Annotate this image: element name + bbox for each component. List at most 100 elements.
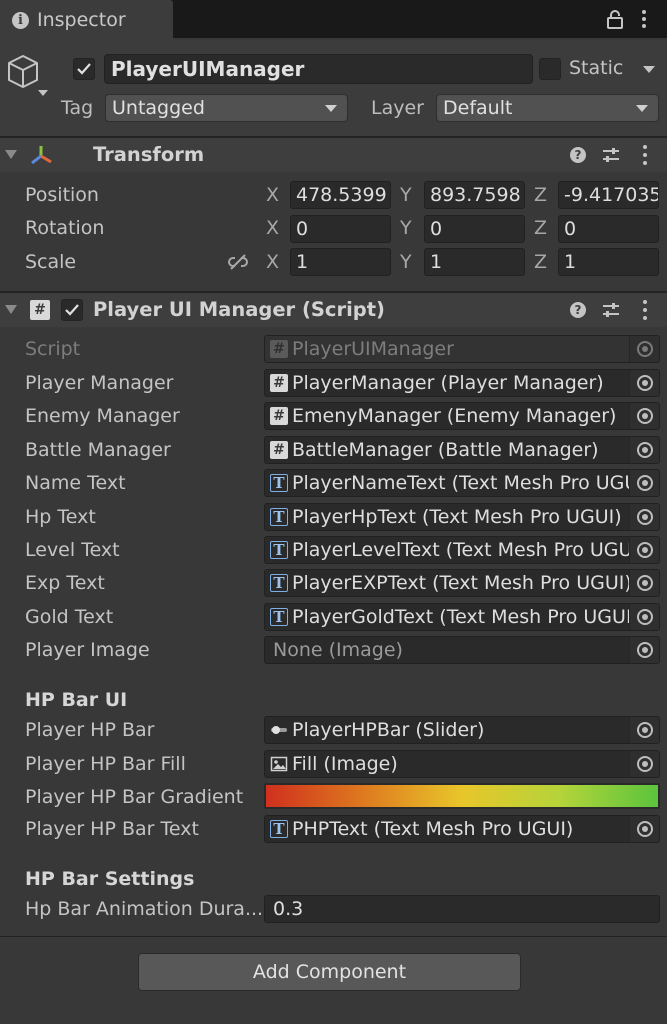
- text-icon: T: [270, 508, 288, 526]
- presets-icon[interactable]: [602, 302, 620, 318]
- position-y-input[interactable]: 893.7598: [424, 181, 525, 209]
- gameobject-cube-icon[interactable]: [6, 54, 40, 90]
- object-picker-icon[interactable]: [629, 403, 659, 429]
- object-picker-icon[interactable]: [629, 751, 659, 777]
- player-manager-field[interactable]: # PlayerManager (Player Manager): [264, 369, 660, 397]
- hp-bar-animation-duration-label: Hp Bar Animation Dura...: [25, 898, 264, 920]
- rotation-y-input[interactable]: 0: [424, 215, 525, 243]
- player-manager-label: Player Manager: [25, 372, 174, 394]
- gameobject-name-input[interactable]: PlayerUIManager: [104, 54, 533, 84]
- text-icon: T: [270, 541, 288, 559]
- rotation-x-input[interactable]: 0: [290, 215, 391, 243]
- layer-dropdown[interactable]: Default: [436, 94, 659, 122]
- script-title: Player UI Manager (Script): [93, 298, 385, 321]
- script-enabled-checkbox[interactable]: [61, 299, 83, 321]
- slider-icon: [271, 726, 287, 734]
- player-hp-bar-fill-label: Player HP Bar Fill: [25, 753, 186, 775]
- battle-manager-label: Battle Manager: [25, 439, 171, 461]
- static-dropdown-arrow[interactable]: [643, 66, 655, 73]
- presets-icon[interactable]: [602, 147, 620, 163]
- level-text-label: Level Text: [25, 539, 120, 561]
- enemy-manager-label: Enemy Manager: [25, 405, 180, 427]
- axis-x-label: X: [266, 217, 280, 239]
- chevron-down-icon: [325, 105, 337, 112]
- script-component-header[interactable]: # Player UI Manager (Script) ?: [0, 293, 667, 327]
- gold-text-field[interactable]: T PlayerGoldText (Text Mesh Pro UGUI): [264, 603, 660, 631]
- player-hp-bar-gradient-field[interactable]: [264, 783, 660, 809]
- axis-x-label: X: [266, 184, 280, 206]
- lock-icon[interactable]: [606, 9, 624, 29]
- object-picker-icon[interactable]: [629, 604, 659, 630]
- static-checkbox[interactable]: [539, 58, 561, 80]
- tab-menu-icon[interactable]: [636, 8, 652, 30]
- checkmark-icon: [65, 304, 79, 316]
- object-picker-icon[interactable]: [629, 717, 659, 743]
- name-text-field[interactable]: T PlayerNameText (Text Mesh Pro UGUI): [264, 469, 660, 497]
- text-icon: T: [270, 574, 288, 592]
- name-text-label: Name Text: [25, 472, 126, 494]
- scale-z-input[interactable]: 1: [558, 248, 659, 276]
- scale-x-input[interactable]: 1: [290, 248, 391, 276]
- player-image-field[interactable]: None (Image): [264, 636, 660, 664]
- axis-y-label: Y: [400, 251, 412, 273]
- player-hp-bar-text-field[interactable]: T PHPText (Text Mesh Pro UGUI): [264, 815, 660, 843]
- tab-title: Inspector: [37, 9, 126, 31]
- hash-icon: #: [270, 340, 288, 358]
- position-z-input[interactable]: -9.417035: [558, 181, 659, 209]
- tag-dropdown[interactable]: Untagged: [105, 94, 348, 122]
- constrain-proportions-icon[interactable]: [228, 253, 248, 271]
- object-picker-icon: [629, 336, 659, 362]
- more-options-icon[interactable]: [642, 300, 648, 320]
- object-picker-icon[interactable]: [629, 537, 659, 563]
- hp-text-label: Hp Text: [25, 506, 96, 528]
- gold-text-label: Gold Text: [25, 606, 114, 628]
- object-picker-icon[interactable]: [629, 504, 659, 530]
- player-hp-bar-text-label: Player HP Bar Text: [25, 818, 199, 840]
- layer-label: Layer: [371, 97, 424, 119]
- hash-icon: #: [270, 374, 288, 392]
- add-component-button[interactable]: Add Component: [138, 953, 521, 991]
- enemy-manager-field[interactable]: # EmenyManager (Enemy Manager): [264, 402, 660, 430]
- tab-bar: i Inspector: [0, 0, 667, 40]
- tag-value: Untagged: [112, 97, 205, 119]
- hp-bar-animation-duration-input[interactable]: 0.3: [264, 895, 660, 923]
- help-icon[interactable]: ?: [570, 147, 586, 163]
- icon-dropdown-arrow[interactable]: [38, 90, 48, 96]
- object-picker-icon[interactable]: [629, 470, 659, 496]
- tab-inspector[interactable]: i Inspector: [0, 0, 173, 40]
- hash-icon: #: [270, 407, 288, 425]
- help-icon[interactable]: ?: [570, 302, 586, 318]
- foldout-arrow-icon[interactable]: [5, 305, 17, 314]
- gameobject-header: PlayerUIManager Static Tag Untagged Laye…: [0, 40, 667, 136]
- object-picker-icon[interactable]: [629, 816, 659, 842]
- info-icon: i: [12, 11, 29, 29]
- object-picker-icon[interactable]: [629, 370, 659, 396]
- player-image-label: Player Image: [25, 639, 150, 661]
- object-picker-icon[interactable]: [629, 570, 659, 596]
- static-label: Static: [569, 57, 624, 79]
- scale-y-input[interactable]: 1: [424, 248, 525, 276]
- axis-z-label: Z: [534, 217, 548, 239]
- battle-manager-field[interactable]: # BattleManager (Battle Manager): [264, 436, 660, 464]
- exp-text-field[interactable]: T PlayerEXPText (Text Mesh Pro UGUI): [264, 569, 660, 597]
- text-icon: T: [270, 474, 288, 492]
- position-x-input[interactable]: 478.5399: [290, 181, 391, 209]
- player-hp-bar-field[interactable]: PlayerHPBar (Slider): [264, 716, 660, 744]
- script-label: Script: [25, 338, 81, 360]
- hash-icon: #: [270, 441, 288, 459]
- object-picker-icon[interactable]: [629, 637, 659, 663]
- transform-header[interactable]: Transform ?: [0, 138, 667, 172]
- more-options-icon[interactable]: [642, 145, 648, 165]
- checkmark-icon: [77, 63, 91, 75]
- foldout-arrow-icon[interactable]: [5, 150, 17, 159]
- exp-text-label: Exp Text: [25, 572, 105, 594]
- active-checkbox[interactable]: [73, 58, 95, 80]
- hp-bar-settings-heading: HP Bar Settings: [25, 868, 195, 890]
- object-picker-icon[interactable]: [629, 437, 659, 463]
- rotation-z-input[interactable]: 0: [558, 215, 659, 243]
- player-hp-bar-fill-field[interactable]: Fill (Image): [264, 750, 660, 778]
- hp-text-field[interactable]: T PlayerHpText (Text Mesh Pro UGUI): [264, 503, 660, 531]
- level-text-field[interactable]: T PlayerLevelText (Text Mesh Pro UGUI): [264, 536, 660, 564]
- tag-label: Tag: [61, 97, 94, 119]
- layer-value: Default: [443, 97, 513, 119]
